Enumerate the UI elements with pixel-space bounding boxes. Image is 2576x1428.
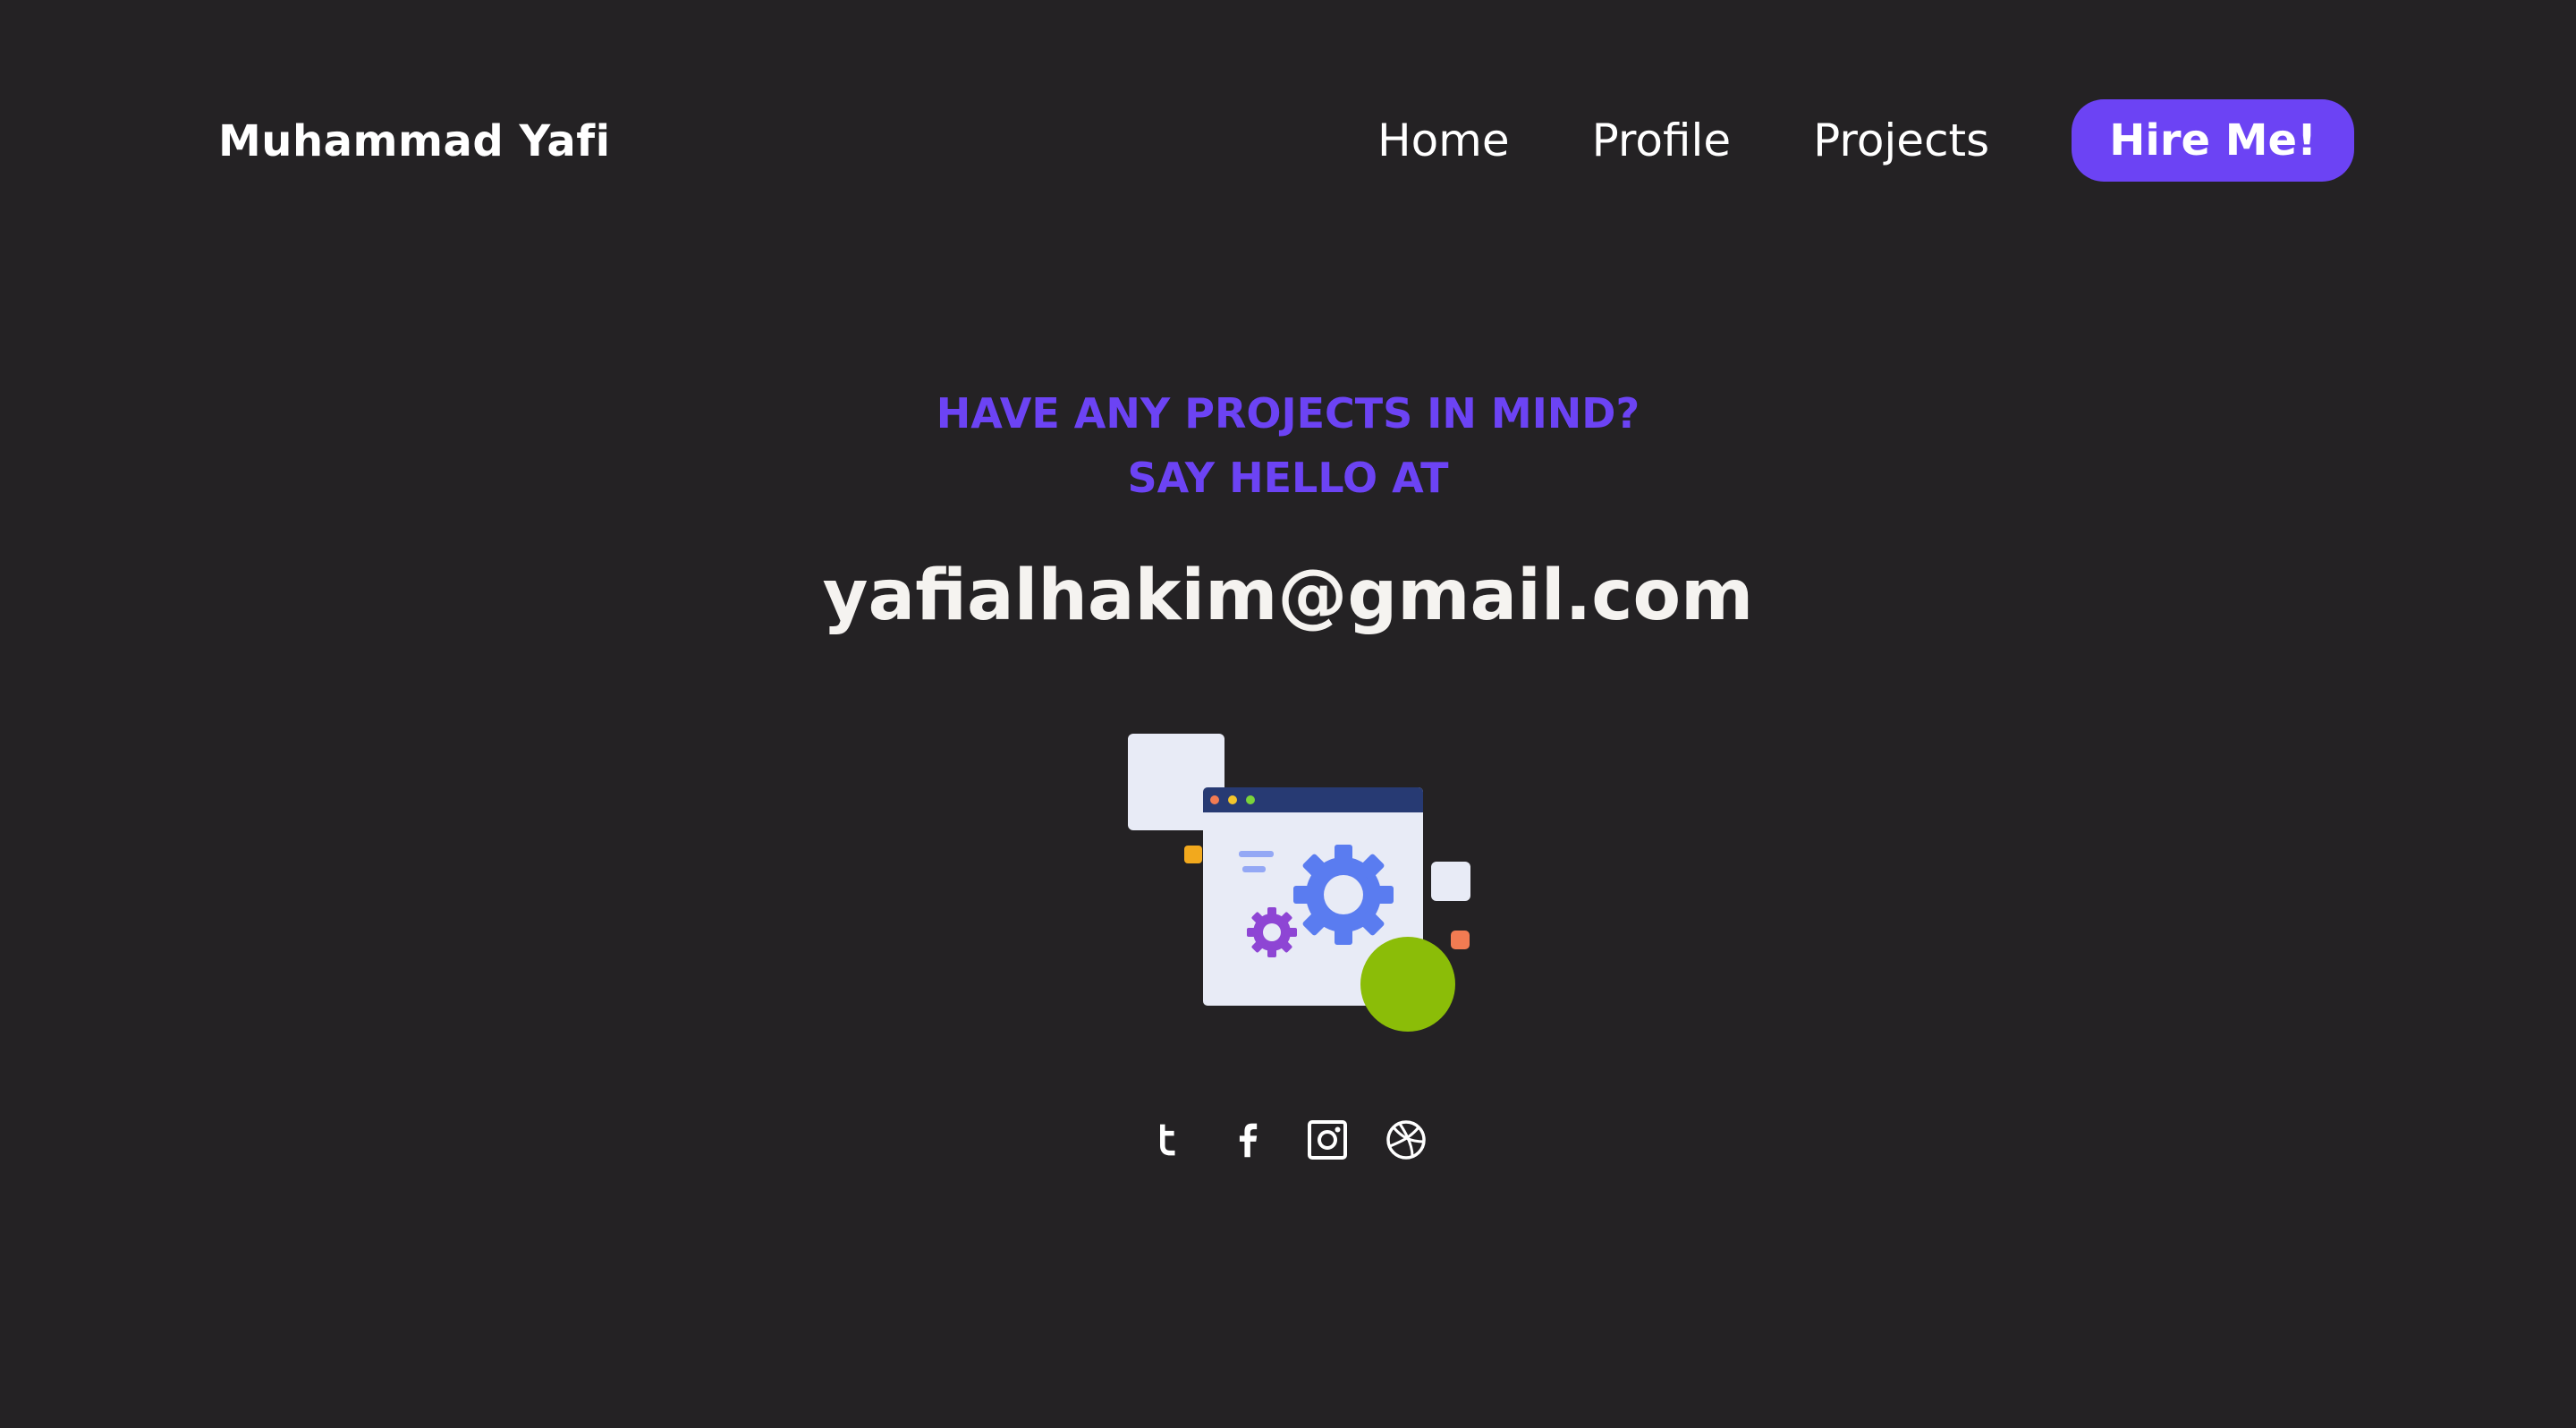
dribbble-icon-glyph <box>1386 1120 1426 1160</box>
nav-links: Home Profile Projects Hire Me! <box>1377 99 2354 182</box>
window-dot-red <box>1210 795 1219 804</box>
instagram-icon-glyph <box>1308 1120 1347 1160</box>
nav-link-profile[interactable]: Profile <box>1592 108 1731 173</box>
coral-square-shape <box>1451 931 1470 949</box>
hire-me-button[interactable]: Hire Me! <box>2072 99 2354 182</box>
text-line-shape <box>1239 851 1274 857</box>
nav-link-projects[interactable]: Projects <box>1813 108 1989 173</box>
settings-window-illustration <box>1128 734 1470 1032</box>
contact-headline-line-2: SAY HELLO AT <box>1127 454 1449 502</box>
green-circle-shape <box>1360 937 1455 1032</box>
twitter-icon-glyph <box>1160 1124 1175 1156</box>
brand-name[interactable]: Muhammad Yafi <box>218 111 611 172</box>
window-dot-green <box>1246 795 1255 804</box>
nav-link-home[interactable]: Home <box>1377 108 1510 173</box>
contact-headline: HAVE ANY PROJECTS IN MIND? SAY HELLO AT <box>0 381 2576 510</box>
facebook-icon-glyph <box>1239 1123 1258 1158</box>
large-gear-icon <box>1293 845 1394 945</box>
instagram-icon[interactable] <box>1306 1118 1349 1161</box>
twitter-icon[interactable] <box>1148 1118 1191 1161</box>
social-links <box>1148 1118 1428 1161</box>
small-gear-icon <box>1247 907 1297 957</box>
text-line-shape <box>1242 866 1266 872</box>
top-navigation: Muhammad Yafi Home Profile Projects Hire… <box>0 0 2576 283</box>
orange-square-shape <box>1184 846 1202 863</box>
email-address[interactable]: yafialhakim@gmail.com <box>0 549 2576 642</box>
dribbble-icon[interactable] <box>1385 1118 1428 1161</box>
window-dot-yellow <box>1228 795 1237 804</box>
contact-headline-line-1: HAVE ANY PROJECTS IN MIND? <box>936 389 1640 438</box>
facebook-icon[interactable] <box>1227 1118 1270 1161</box>
side-square-shape <box>1431 862 1470 901</box>
